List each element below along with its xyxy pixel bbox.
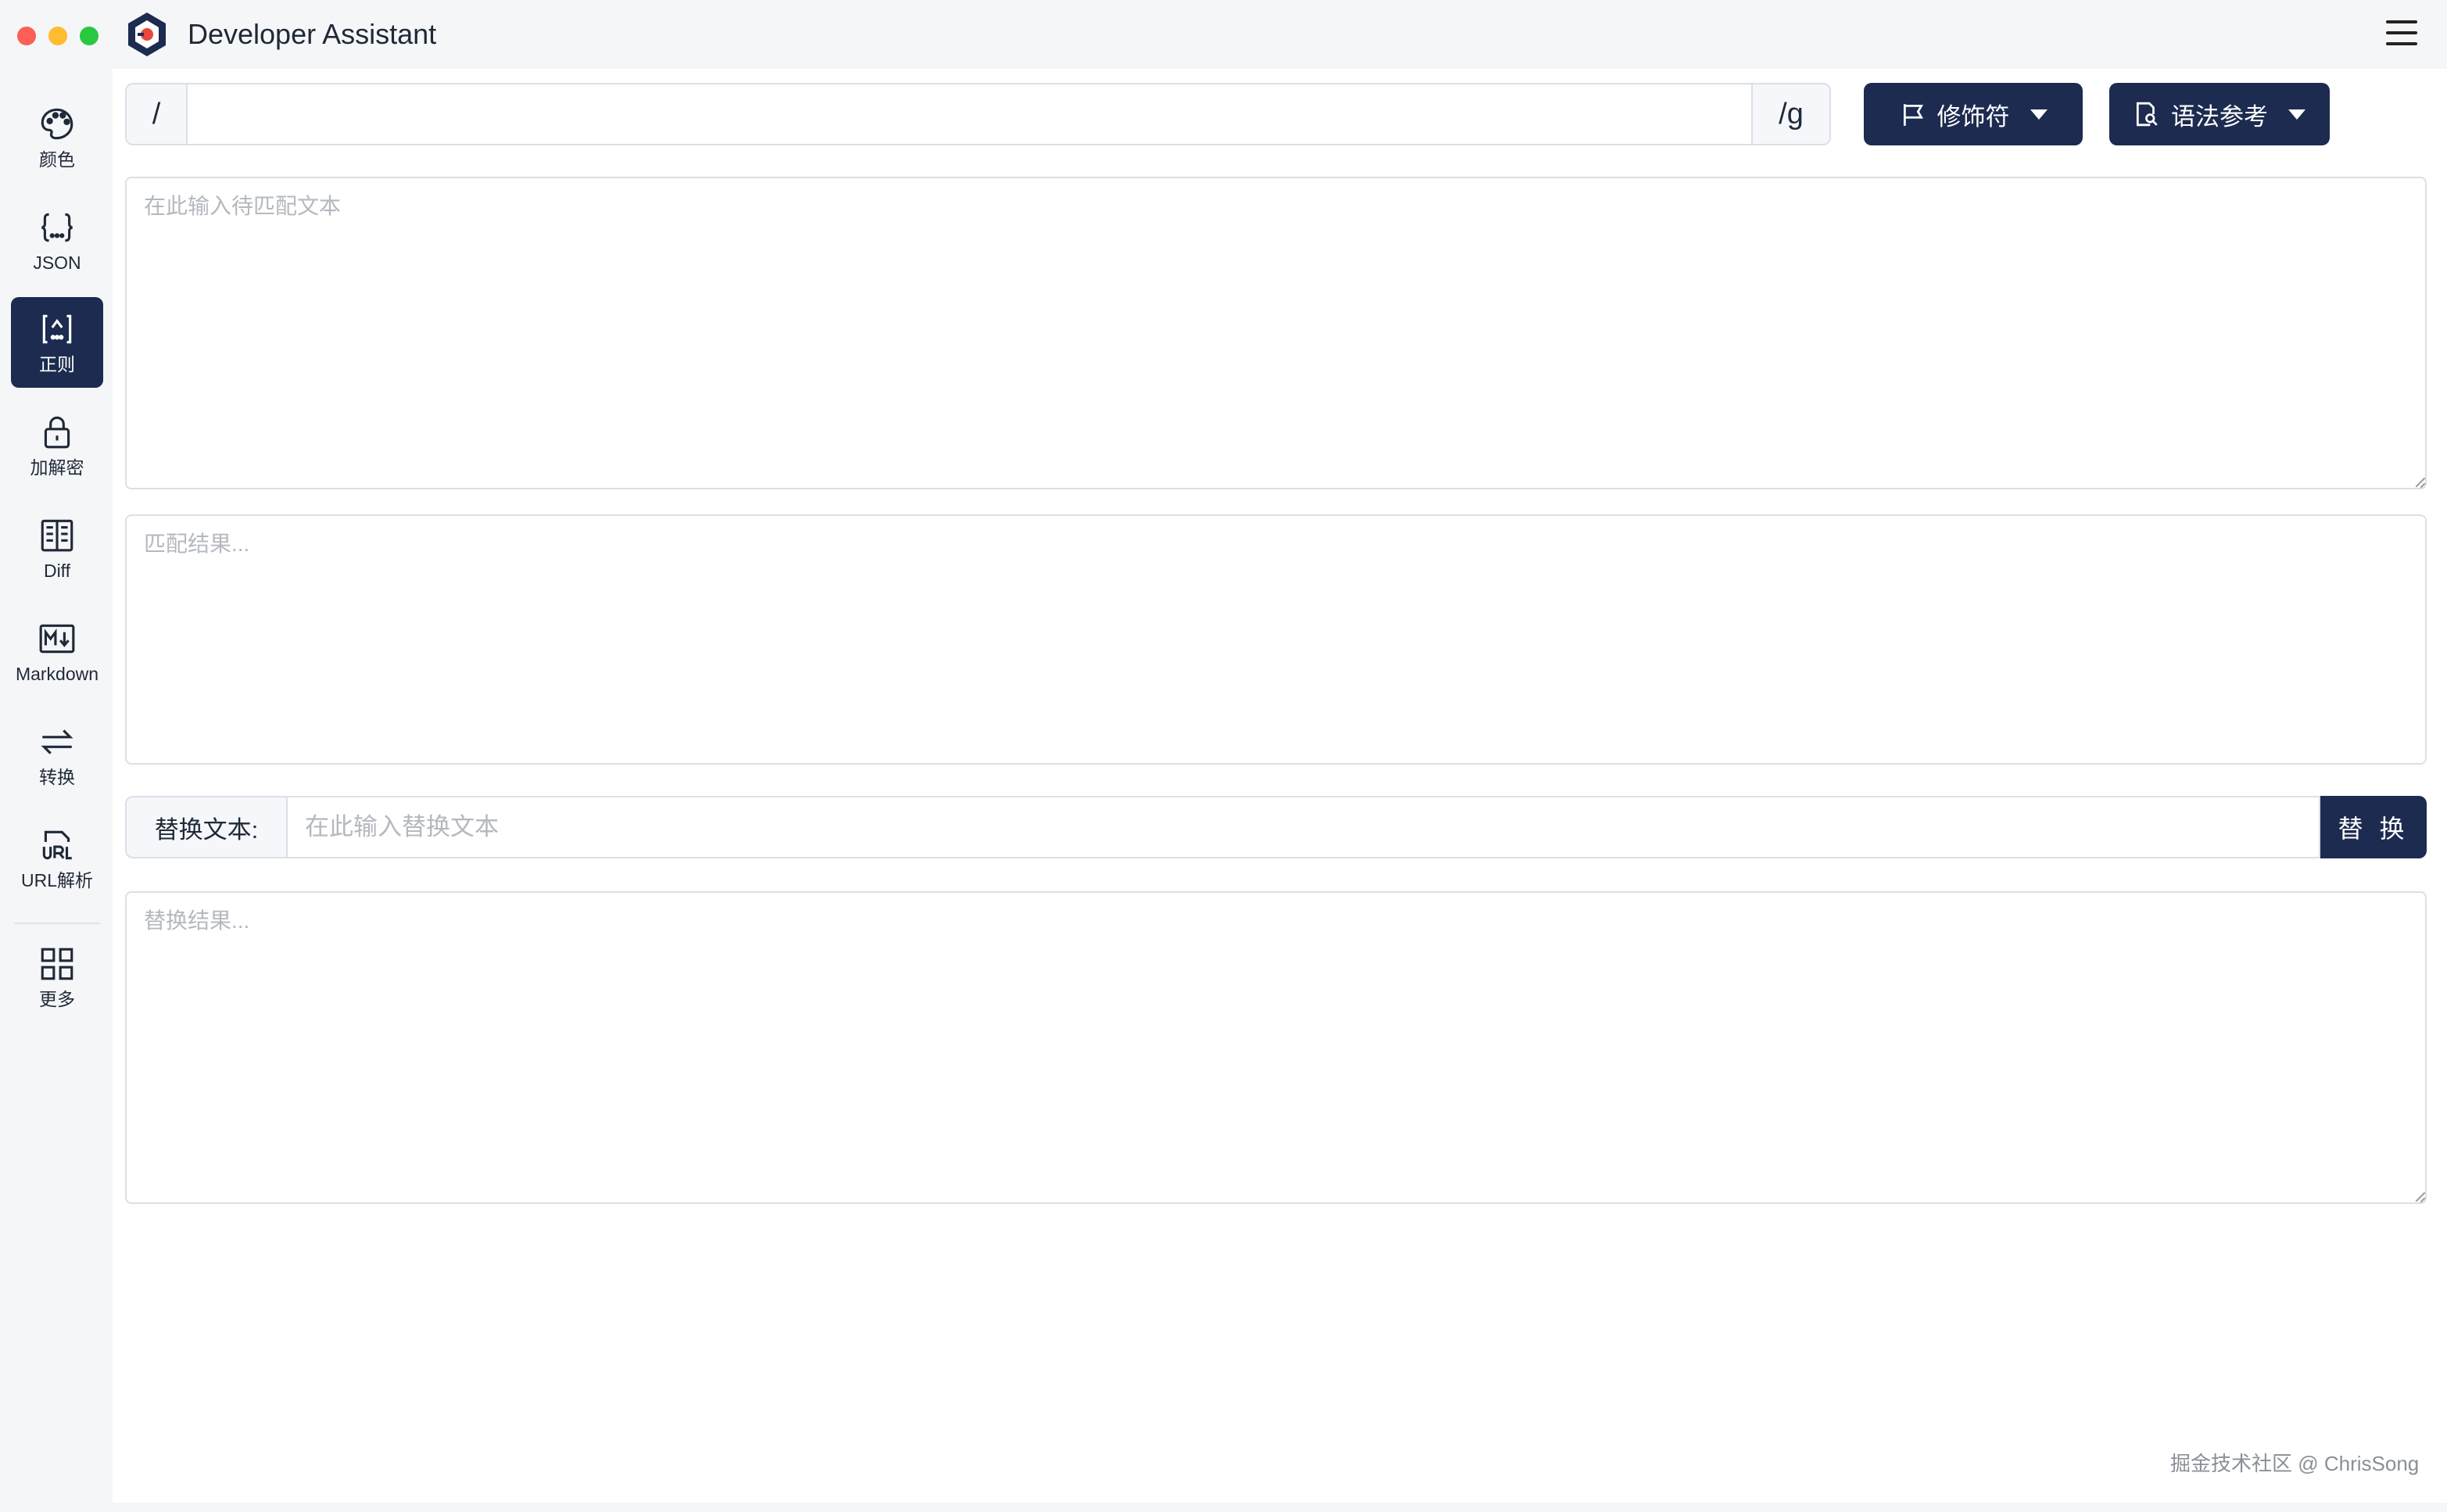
diff-icon xyxy=(41,519,73,552)
main-panel: / /g 修饰符 语法参考 替换文本: 替 换 xyxy=(113,69,2447,1503)
zoom-window-button[interactable] xyxy=(80,27,99,45)
resize-grip-icon[interactable] xyxy=(2413,1190,2425,1202)
caret-down-icon xyxy=(2288,109,2305,120)
sidebar-item-json[interactable]: JSON xyxy=(11,195,103,286)
sidebar-item-convert[interactable]: 转换 xyxy=(11,710,103,801)
app-logo-icon xyxy=(128,13,166,56)
flag-icon xyxy=(1903,104,1923,126)
modifiers-dropdown-button[interactable]: 修饰符 xyxy=(1864,83,2083,145)
regex-flags-suffix: /g xyxy=(1751,83,1831,145)
swap-icon xyxy=(41,729,73,754)
replace-text-input[interactable] xyxy=(286,796,2320,858)
sidebar-item-diff[interactable]: Diff xyxy=(11,503,103,594)
minimize-window-button[interactable] xyxy=(48,27,67,45)
watermark: 掘金技术社区 @ ChrisSong xyxy=(2170,1452,2420,1475)
close-window-button[interactable] xyxy=(17,27,36,45)
sidebar-item-markdown[interactable]: Markdown xyxy=(11,607,103,697)
braces-icon xyxy=(41,213,73,242)
source-text-input[interactable] xyxy=(125,177,2427,489)
match-result-output[interactable] xyxy=(125,514,2427,765)
sidebar: 颜色 JSON 正则 加解密 Diff Markdown 转换 URL解析 更多 xyxy=(0,78,114,1512)
caret-down-icon xyxy=(2030,109,2048,120)
title-bar: Developer Assistant xyxy=(0,0,2447,69)
regex-input[interactable] xyxy=(188,83,1751,145)
replace-button[interactable]: 替 换 xyxy=(2320,796,2427,858)
regex-prefix: / xyxy=(125,83,188,145)
palette-icon xyxy=(41,108,73,140)
resize-grip-icon[interactable] xyxy=(2413,475,2425,488)
sidebar-divider xyxy=(14,923,100,924)
app-window: Developer Assistant 颜色 JSON 正则 加解密 Diff … xyxy=(0,0,2447,1512)
app-title: Developer Assistant xyxy=(188,18,437,50)
replace-input-group: 替换文本: 替 换 xyxy=(125,796,2427,858)
url-icon xyxy=(42,830,72,860)
syntax-reference-label: 语法参考 xyxy=(2171,102,2268,131)
markdown-icon xyxy=(39,624,75,654)
document-search-icon xyxy=(2136,102,2158,127)
grid-icon xyxy=(41,948,73,980)
sidebar-item-more[interactable]: 更多 xyxy=(11,932,103,1023)
sidebar-item-regex[interactable]: 正则 xyxy=(11,297,103,388)
replace-label: 替换文本: xyxy=(125,796,286,858)
hamburger-menu-icon[interactable] xyxy=(2386,20,2417,48)
syntax-reference-dropdown-button[interactable]: 语法参考 xyxy=(2109,83,2330,145)
sidebar-item-color[interactable]: 颜色 xyxy=(11,92,103,183)
lock-icon xyxy=(44,416,70,449)
replace-result-output[interactable] xyxy=(125,891,2427,1204)
regex-icon xyxy=(42,314,72,344)
sidebar-item-crypto[interactable]: 加解密 xyxy=(11,400,103,491)
regex-input-group: / /g xyxy=(125,83,1831,145)
modifiers-label: 修饰符 xyxy=(1936,102,2010,131)
sidebar-item-url[interactable]: URL解析 xyxy=(11,813,103,904)
